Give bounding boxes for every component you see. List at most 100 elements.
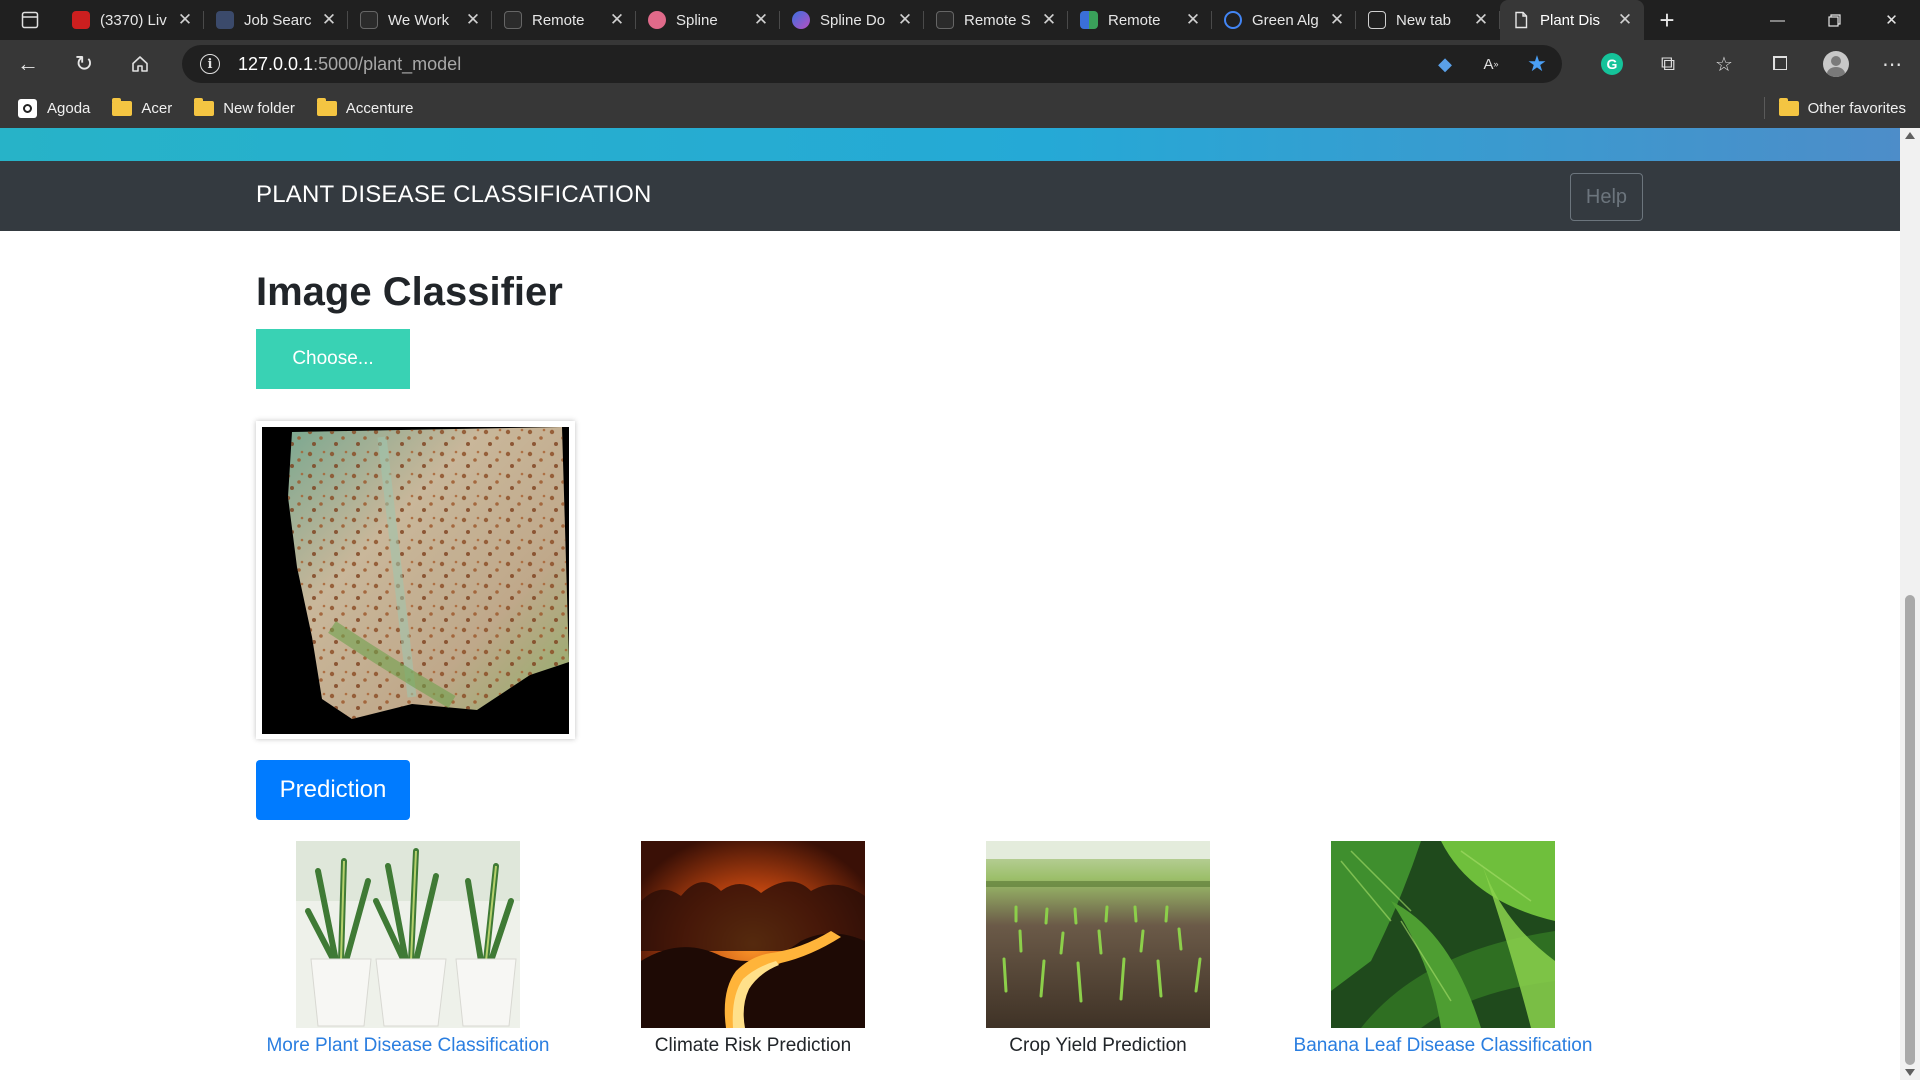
collections-icon: ⧠: [1772, 52, 1788, 75]
card-banana-leaf: Banana Leaf Disease Classification: [1278, 841, 1608, 1057]
plus-icon: +: [1659, 4, 1675, 35]
home-button[interactable]: [112, 40, 168, 88]
browser-tab-we-work[interactable]: We Work ✕: [348, 0, 492, 40]
spline-doc-icon: [792, 11, 810, 29]
job-search-icon: [216, 11, 234, 29]
site-info-icon[interactable]: i: [200, 54, 220, 74]
leaf-preview-image: [262, 427, 569, 734]
read-aloud-icon[interactable]: A»: [1480, 53, 1502, 75]
divider: [1763, 97, 1765, 119]
more-icon: ⋯: [1882, 53, 1902, 76]
shopping-tag-icon[interactable]: ◆: [1434, 53, 1456, 75]
url-path: :5000/plant_model: [313, 53, 462, 74]
minimize-button[interactable]: —: [1749, 0, 1806, 40]
browser-tab-remote[interactable]: Remote ✕: [492, 0, 636, 40]
scroll-up-arrow-icon[interactable]: [1905, 132, 1915, 139]
grammarly-extension-button[interactable]: G: [1584, 40, 1640, 88]
close-tab-icon[interactable]: ✕: [320, 10, 338, 30]
choose-file-button[interactable]: Choose...: [256, 329, 410, 389]
scroll-thumb[interactable]: [1905, 595, 1915, 1065]
settings-menu-button[interactable]: ⋯: [1864, 40, 1920, 88]
new-tab-button[interactable]: +: [1644, 0, 1690, 40]
bookmark-new-folder[interactable]: New folder: [194, 97, 295, 117]
card-climate-risk: Climate Risk Prediction: [588, 841, 918, 1057]
folder-icon: [316, 97, 337, 116]
close-tab-icon[interactable]: ✕: [1472, 10, 1490, 30]
tab-title: New tab: [1396, 11, 1452, 29]
close-tab-icon[interactable]: ✕: [1184, 10, 1202, 30]
close-tab-icon[interactable]: ✕: [1040, 10, 1058, 30]
page-icon: [1515, 11, 1528, 29]
page-viewport: PLANT DISEASE CLASSIFICATION Help Image …: [0, 128, 1900, 1080]
weworkremotely-icon: [504, 11, 522, 29]
browser-tab-new-tab[interactable]: New tab ✕: [1356, 0, 1500, 40]
tab-title: Remote: [532, 11, 585, 29]
close-tab-icon[interactable]: ✕: [464, 10, 482, 30]
tab-title: Job Searc: [244, 11, 312, 29]
window-controls: — ✕: [1749, 0, 1920, 40]
other-favorites[interactable]: Other favorites: [1763, 97, 1906, 119]
navbar: PLANT DISEASE CLASSIFICATION Help: [0, 161, 1900, 231]
close-tab-icon[interactable]: ✕: [1328, 10, 1346, 30]
browser-tab-remote-co[interactable]: Remote ✕: [1068, 0, 1212, 40]
page-scrollbar[interactable]: [1900, 128, 1920, 1080]
favorites-list-icon: ☆: [1715, 53, 1733, 76]
card-link-banana-leaf[interactable]: Banana Leaf Disease Classification: [1278, 1035, 1608, 1057]
tab-title: Remote: [1108, 11, 1161, 29]
agoda-icon: [18, 98, 37, 118]
tab-actions-button[interactable]: [0, 0, 60, 40]
browser-tab-youtube[interactable]: (3370) Liv ✕: [60, 0, 204, 40]
bookmark-label: Accenture: [345, 99, 414, 117]
profile-button[interactable]: [1808, 40, 1864, 88]
help-button[interactable]: Help: [1570, 173, 1643, 221]
restore-icon: [1828, 13, 1841, 27]
bookmark-acer[interactable]: Acer: [112, 97, 172, 117]
back-arrow-icon: ←: [17, 51, 39, 76]
tab-title: We Work: [388, 11, 450, 29]
collections-button[interactable]: ⧠: [1752, 40, 1808, 88]
browser-tab-job-search[interactable]: Job Searc ✕: [204, 0, 348, 40]
back-button[interactable]: ←: [0, 40, 56, 88]
youtube-icon: [72, 11, 90, 29]
card-more-plant-disease: More Plant Disease Classification: [243, 841, 573, 1057]
card-link-more-plant-disease[interactable]: More Plant Disease Classification: [243, 1035, 573, 1057]
favorites-button[interactable]: ☆: [1696, 40, 1752, 88]
google-icon: [1224, 11, 1242, 29]
restore-button[interactable]: [1806, 0, 1863, 40]
close-tab-icon[interactable]: ✕: [1616, 10, 1634, 30]
card-caption-crop-yield: Crop Yield Prediction: [1009, 1035, 1187, 1056]
browser-tab-green-alg[interactable]: Green Alg ✕: [1212, 0, 1356, 40]
avatar: [1823, 51, 1849, 77]
url-text[interactable]: 127.0.0.1:5000/plant_model: [238, 54, 461, 75]
browser-tab-plant-disease[interactable]: Plant Dis ✕: [1500, 0, 1644, 40]
scroll-down-arrow-icon[interactable]: [1905, 1069, 1915, 1076]
bookmark-accenture[interactable]: Accenture: [316, 97, 414, 117]
close-tab-icon[interactable]: ✕: [752, 10, 770, 30]
extensions-button[interactable]: ⧉: [1640, 40, 1696, 88]
folder-icon: [194, 97, 215, 116]
address-bar[interactable]: i 127.0.0.1:5000/plant_model ◆ A» ★: [182, 45, 1562, 83]
bookmark-label: Agoda: [47, 99, 91, 117]
browser-tab-remote-s[interactable]: Remote S ✕: [924, 0, 1068, 40]
tab-title: Spline: [676, 11, 718, 29]
card-caption-climate-risk: Climate Risk Prediction: [654, 1035, 852, 1056]
close-tab-icon[interactable]: ✕: [896, 10, 914, 30]
close-window-button[interactable]: ✕: [1863, 0, 1920, 40]
browser-tab-spline[interactable]: Spline ✕: [636, 0, 780, 40]
tab-title: Remote S: [964, 11, 1031, 29]
image-preview: [256, 421, 575, 739]
banana-leaves-image[interactable]: [1331, 841, 1555, 1028]
reload-button[interactable]: ↻: [56, 40, 112, 88]
close-tab-icon[interactable]: ✕: [608, 10, 626, 30]
bookmark-agoda[interactable]: Agoda: [18, 98, 91, 118]
navbar-brand[interactable]: PLANT DISEASE CLASSIFICATION: [256, 181, 651, 209]
folder-icon: [112, 97, 133, 116]
tab-title: Plant Dis: [1540, 11, 1601, 29]
favorite-star-icon[interactable]: ★: [1526, 51, 1548, 76]
close-icon: ✕: [1885, 12, 1898, 29]
prediction-button[interactable]: Prediction: [256, 760, 410, 820]
home-icon: [132, 56, 148, 72]
potted-plants-image[interactable]: [296, 841, 520, 1028]
close-tab-icon[interactable]: ✕: [176, 10, 194, 30]
browser-tab-spline-doc[interactable]: Spline Do ✕: [780, 0, 924, 40]
